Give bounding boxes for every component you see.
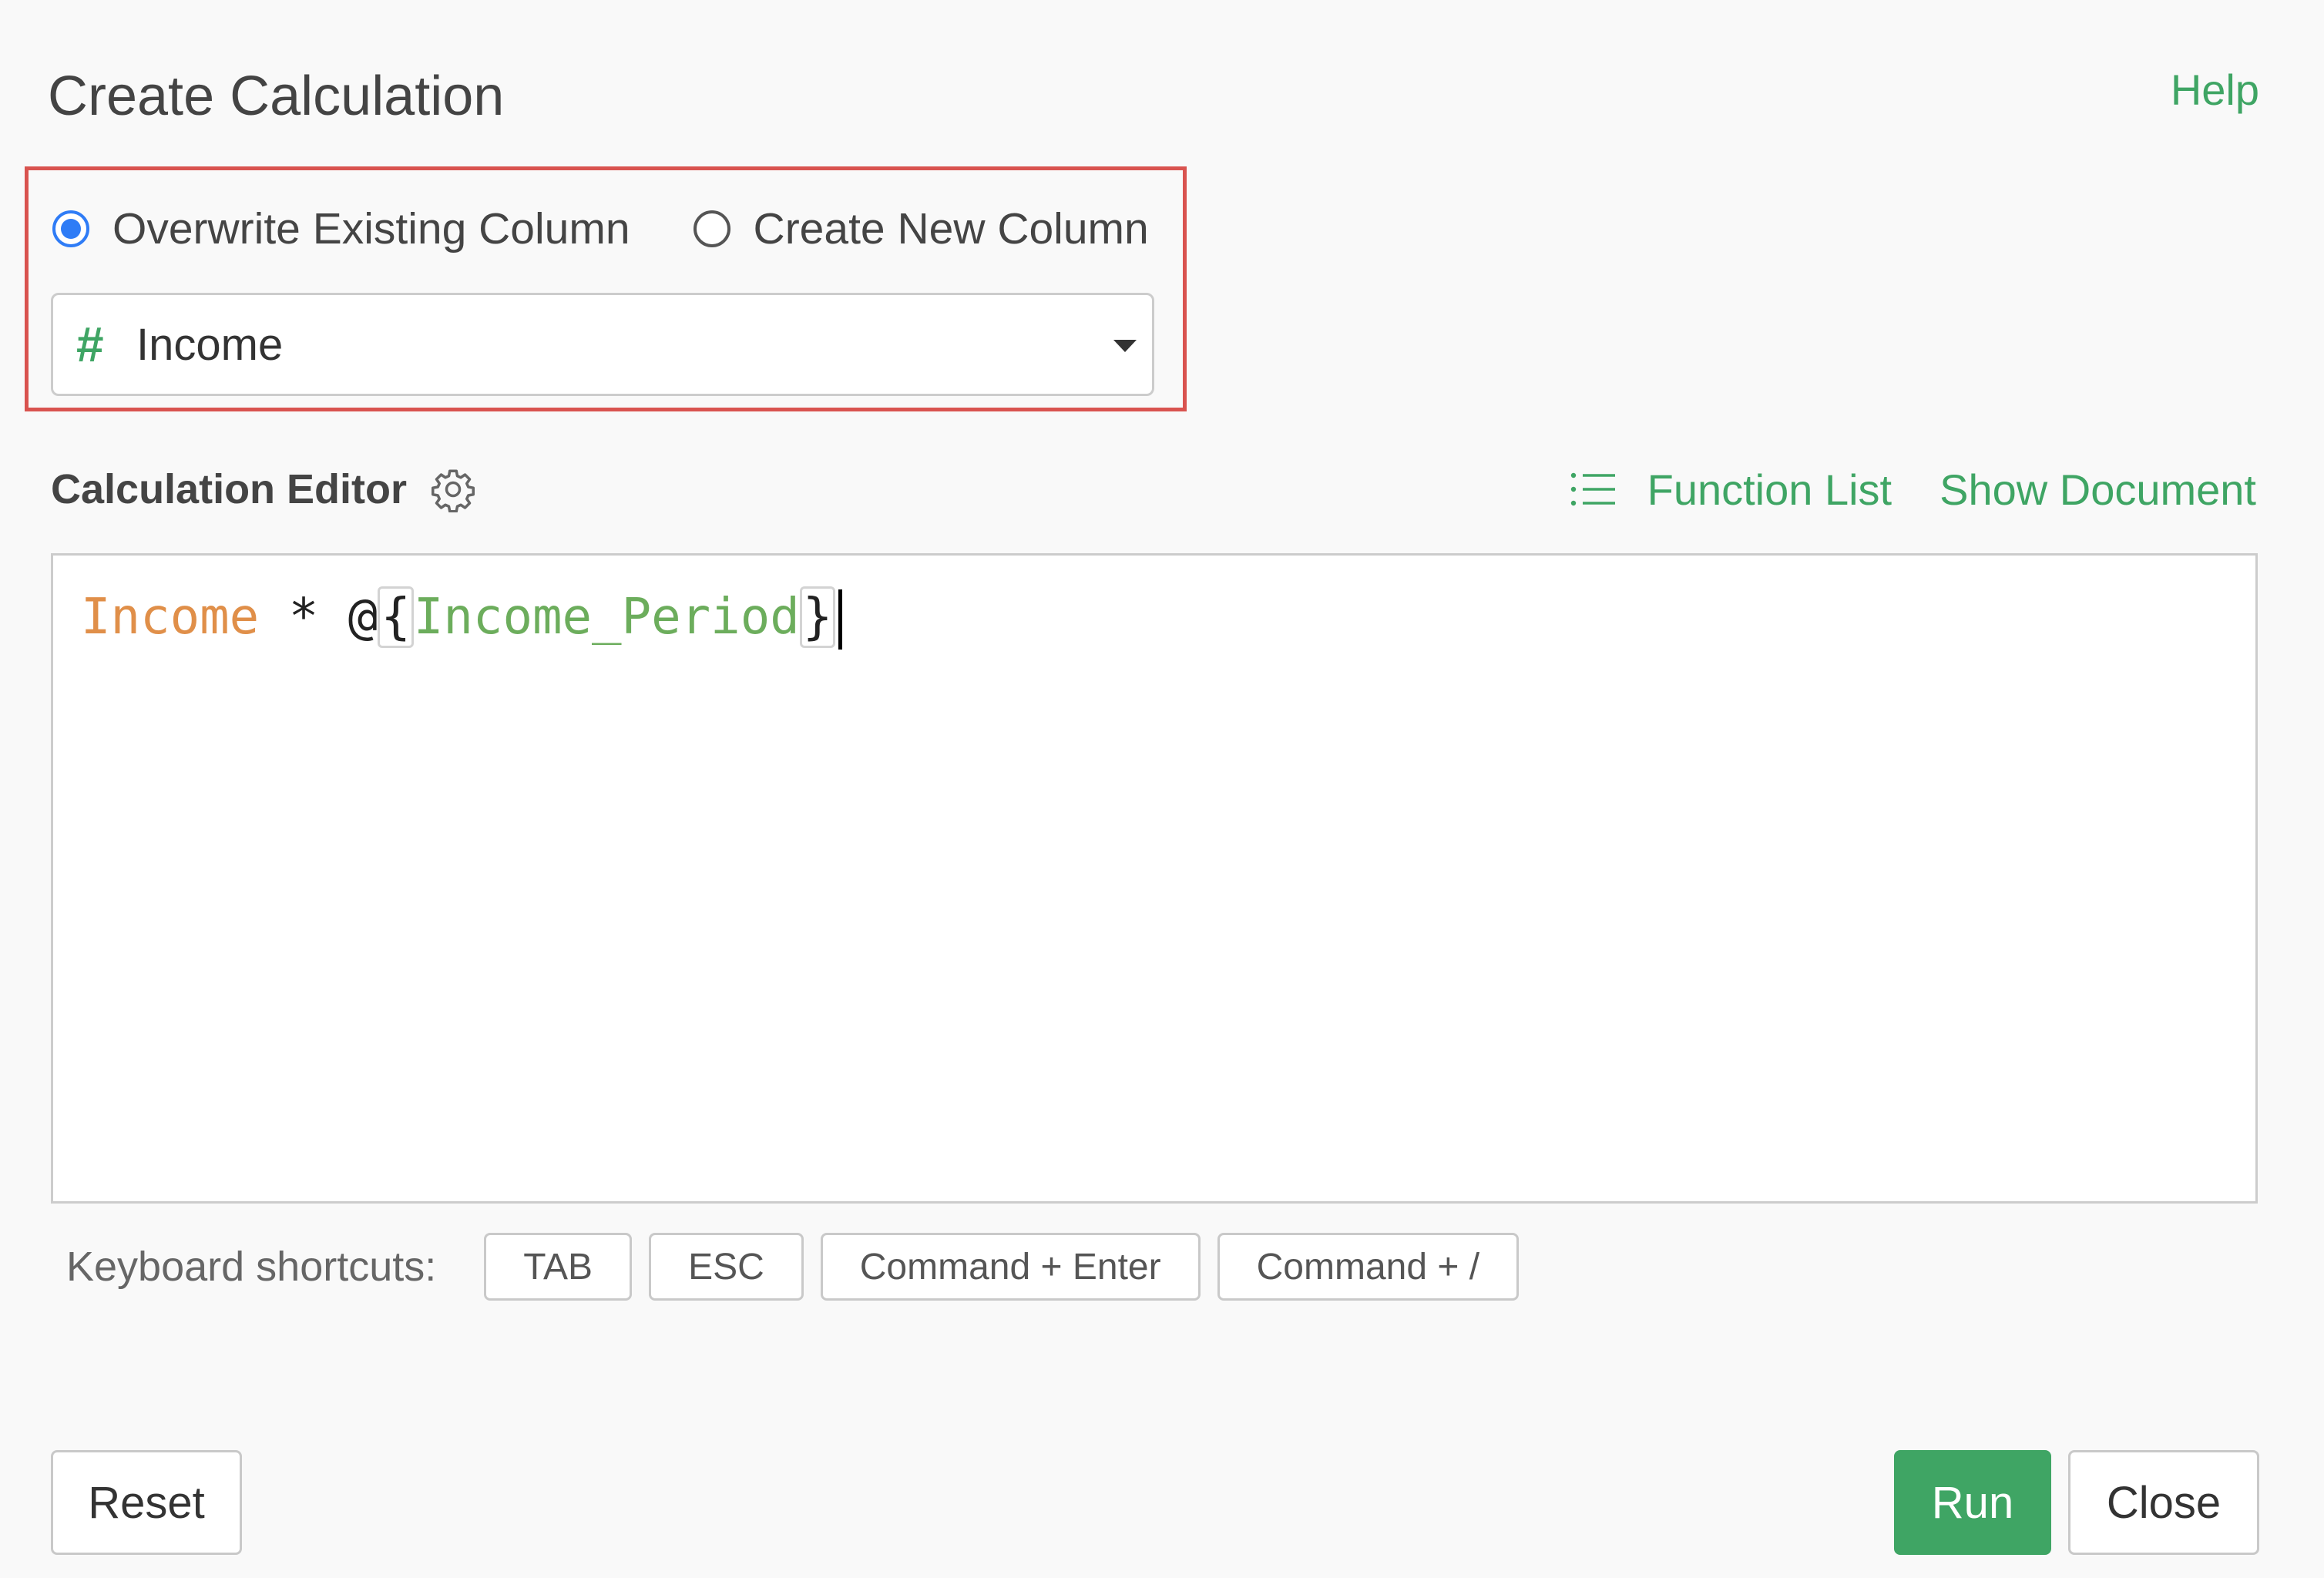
list-icon bbox=[1570, 472, 1615, 506]
gear-icon[interactable] bbox=[430, 466, 476, 512]
create-new-radio-label[interactable]: Create New Column bbox=[754, 203, 1149, 254]
overwrite-radio[interactable] bbox=[52, 210, 89, 247]
column-select-dropdown[interactable]: # Income bbox=[51, 293, 1154, 396]
code-at-token: @ bbox=[348, 589, 378, 646]
shortcut-key-command-enter: Command + Enter bbox=[820, 1233, 1201, 1301]
keyboard-shortcuts-label: Keyboard shortcuts: bbox=[66, 1244, 437, 1290]
code-open-brace: { bbox=[378, 586, 414, 648]
calculation-editor-label: Calculation Editor bbox=[51, 466, 408, 512]
dialog-title: Create Calculation bbox=[48, 65, 505, 127]
create-new-radio[interactable] bbox=[693, 210, 730, 247]
run-button[interactable]: Run bbox=[1894, 1450, 2051, 1555]
editor-links: Function List Show Document bbox=[1570, 462, 2256, 516]
show-document-link[interactable]: Show Document bbox=[1939, 465, 2256, 515]
column-select-value: Income bbox=[136, 319, 284, 370]
code-line: Income * @{Income_Period} bbox=[81, 574, 843, 660]
target-radio-group: Overwrite Existing Column Create New Col… bbox=[52, 202, 1149, 256]
overwrite-radio-label[interactable]: Overwrite Existing Column bbox=[113, 203, 630, 254]
function-list-label[interactable]: Function List bbox=[1647, 465, 1892, 515]
create-new-column-option[interactable]: Create New Column bbox=[693, 203, 1149, 254]
calculation-editor-header: Calculation Editor bbox=[51, 462, 476, 516]
code-operator-token: * bbox=[259, 589, 348, 646]
caret-down-icon[interactable] bbox=[1113, 340, 1137, 352]
calculation-editor-textarea[interactable]: Income * @{Income_Period} bbox=[51, 553, 2258, 1204]
help-link[interactable]: Help bbox=[2171, 63, 2259, 117]
text-cursor bbox=[838, 589, 843, 650]
shortcut-key-command-slash: Command + / bbox=[1217, 1233, 1520, 1301]
number-hash-icon: # bbox=[76, 317, 104, 372]
code-column-token: Income bbox=[81, 589, 260, 646]
code-parameter-token: Income_Period bbox=[413, 589, 800, 646]
close-button[interactable]: Close bbox=[2068, 1450, 2259, 1555]
keyboard-shortcuts-row: Keyboard shortcuts: TAB ESC Command + En… bbox=[66, 1231, 1536, 1302]
shortcut-key-tab: TAB bbox=[484, 1233, 633, 1301]
function-list-link[interactable]: Function List bbox=[1570, 465, 1892, 515]
code-close-brace: } bbox=[799, 586, 836, 648]
shortcut-key-esc: ESC bbox=[649, 1233, 804, 1301]
overwrite-existing-column-option[interactable]: Overwrite Existing Column bbox=[52, 203, 630, 254]
reset-button[interactable]: Reset bbox=[51, 1450, 242, 1555]
